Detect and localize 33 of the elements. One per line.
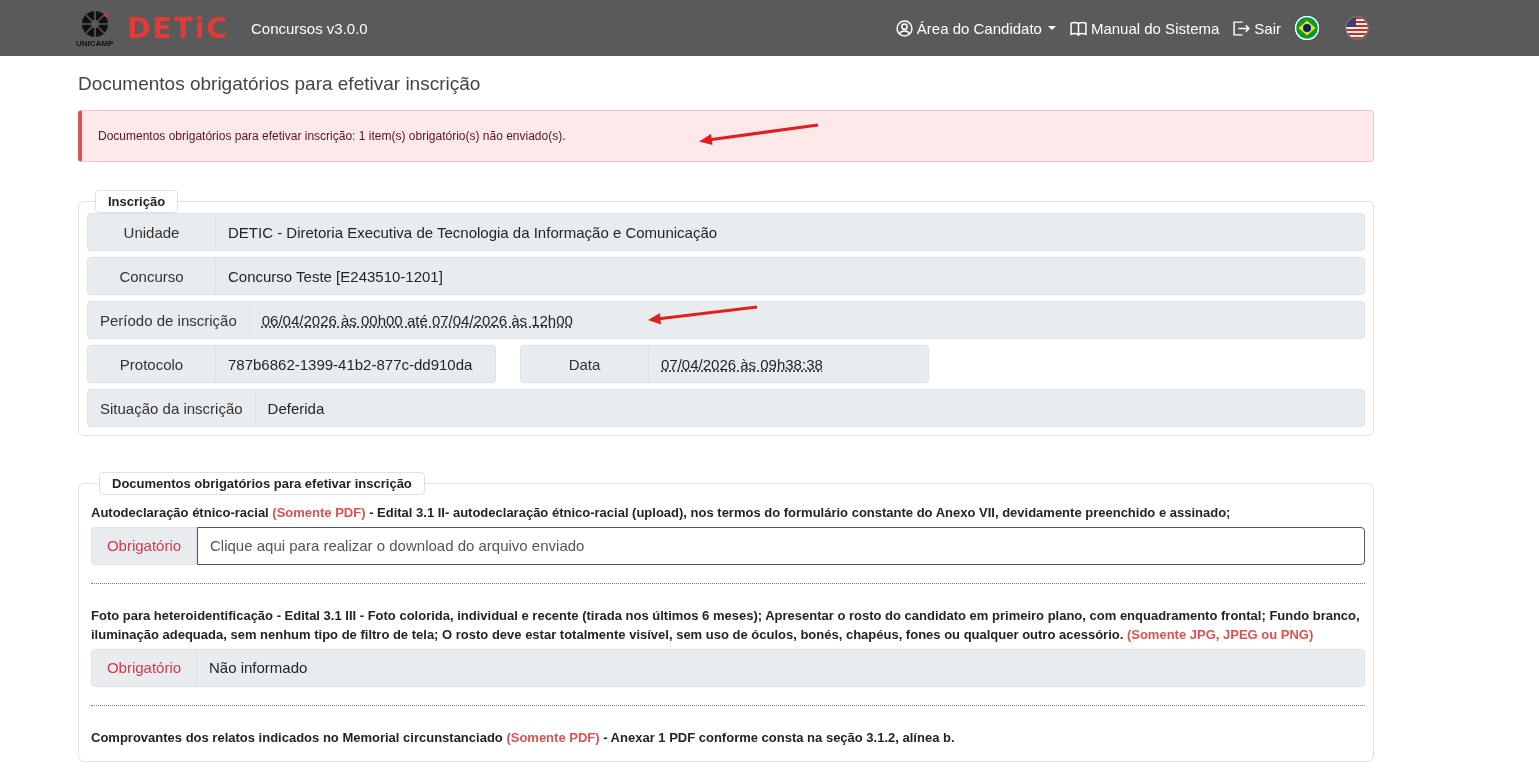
flag-icon[interactable]: [1345, 16, 1369, 40]
document-description: Foto para heteroidentificação - Edital 3.1 III - Foto colorida, individual e recente (tirada nos últimos 6 meses); Apresentar o rosto do candidato em primeiro plano, com enquadramento frontal; Fundo branco, iluminação adequada, sem nenhum tipo de filtro de tela; O rosto deve estar totalmente visível, sem uso de óculos, bonés, chapéus, fones ou qualquer outro acessório. (Somente JPG, JPEG ou PNG): [91, 606, 1361, 644]
field-label: Situação da inscrição: [87, 389, 256, 427]
field-label: Concurso: [87, 257, 216, 295]
logo-text: DETiC: [127, 11, 229, 45]
field-value: DETIC - Diretoria Executiva de Tecnologia da Informação e Comunicação: [216, 213, 1365, 251]
field-label: Unidade: [87, 213, 216, 251]
nav-link[interactable]: Sair: [1233, 19, 1281, 37]
exit-icon: [1233, 20, 1251, 36]
logo-caption: UNICAMP: [76, 38, 114, 48]
document-description: Autodeclaração étnico-racial (Somente PDF) - Edital 3.1 II- autodeclaração étnico-racial (upload), nos termos do formulário constante do Anexo VII, devidamente preenchido e assinado;: [91, 504, 1232, 522]
nav-link[interactable]: Manual do Sistema: [1069, 19, 1220, 37]
field-value: 787b6862-1399-41b2-877c-dd910da: [216, 345, 496, 383]
required-label: Obrigatório: [91, 526, 197, 565]
field-label: Período de inscrição: [87, 301, 250, 339]
alert-message: Documentos obrigatórios para efetivar inscrição: 1 item(s) obrigatório(s) não enviado(s).: [78, 110, 1374, 162]
panel-legend: Documentos obrigatórios para efetivar inscrição: [99, 472, 425, 495]
page-title: Documentos obrigatórios para efetivar inscrição: [78, 73, 482, 95]
field-value: Não informado: [197, 648, 1365, 687]
panel-legend: Inscrição: [95, 190, 179, 213]
download-link-field[interactable]: Clique aqui para realizar o download do arquivo enviado: [197, 526, 1365, 565]
field-value: 07/04/2026 às 09h38:38: [649, 345, 929, 383]
field-value: Deferida: [255, 389, 1365, 427]
field-label: Data: [520, 345, 649, 383]
user-icon: [895, 19, 913, 37]
book-icon: [1069, 20, 1087, 36]
field-value: 06/04/2026 às 00h00 até 07/04/2026 às 12h00: [249, 301, 1365, 339]
required-label: Obrigatório: [91, 648, 197, 687]
app-name-link[interactable]: Concursos v3.0.0: [250, 19, 368, 37]
nav-link[interactable]: Área do Candidato: [895, 19, 1056, 37]
field-label: Protocolo: [87, 345, 216, 383]
document-description: Comprovantes dos relatos indicados no Memorial circunstanciado (Somente PDF) - Anexar 1 PDF conforme consta na seção 3.1.2, alínea b.: [91, 728, 956, 747]
field-value: Concurso Teste [E243510-1201]: [216, 257, 1365, 295]
